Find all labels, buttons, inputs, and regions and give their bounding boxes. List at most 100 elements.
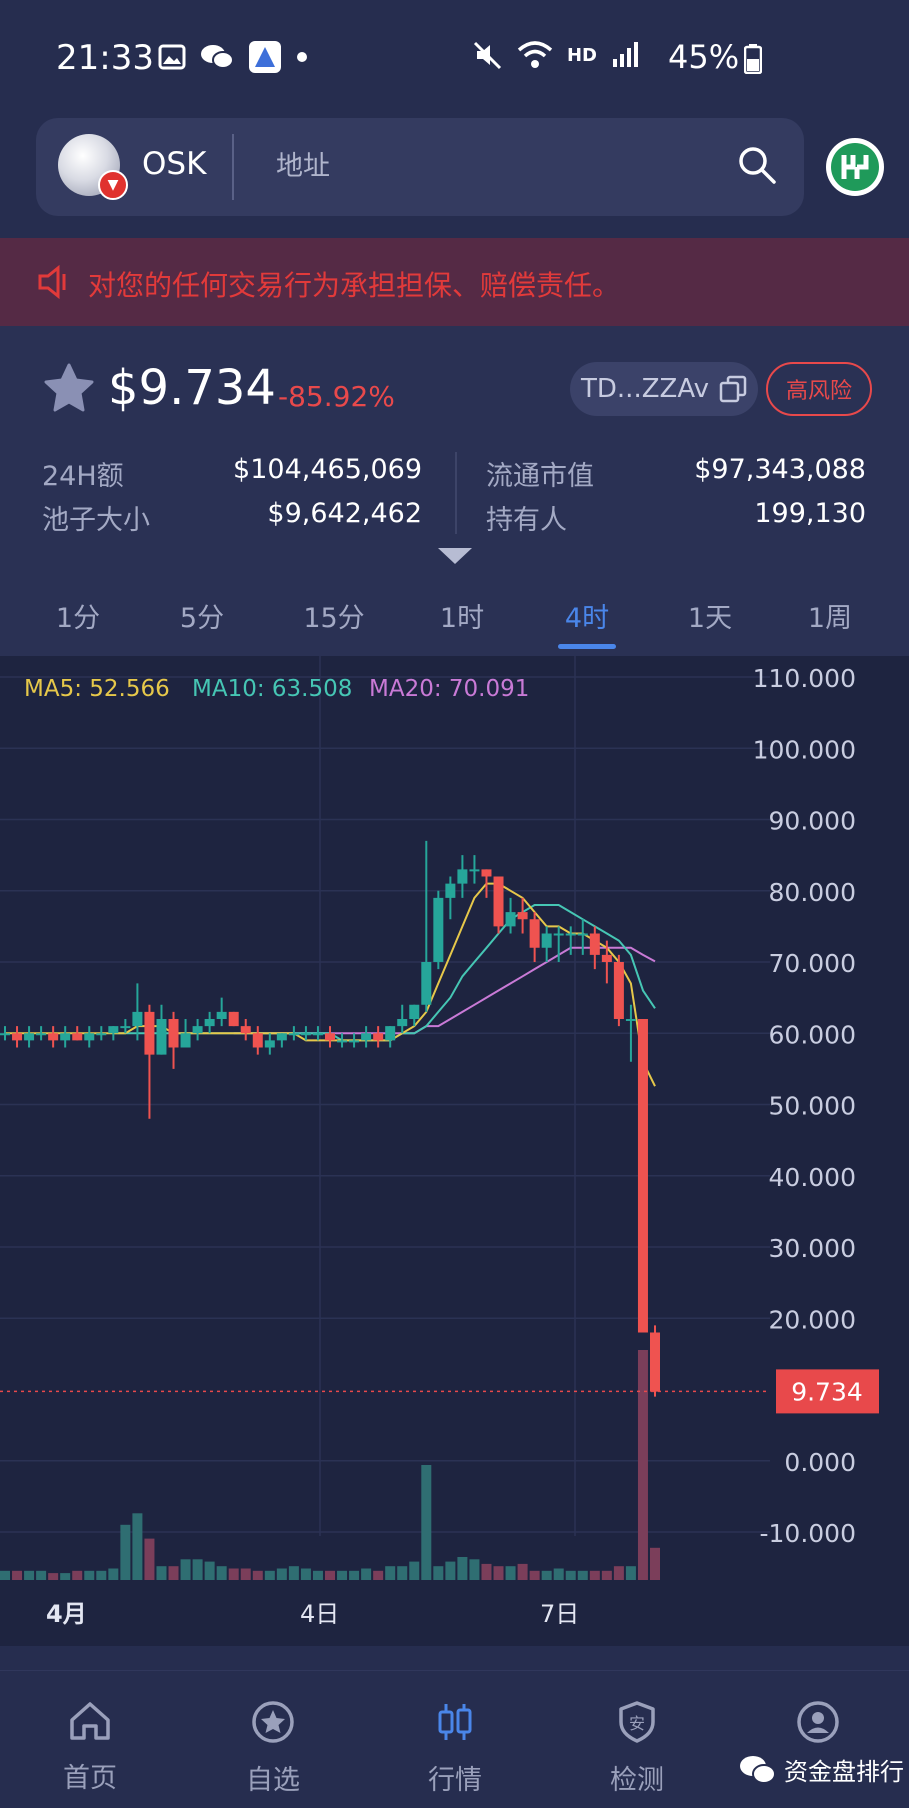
tab-1day[interactable]: 1天 <box>660 596 760 635</box>
candle-body[interactable] <box>12 1033 23 1041</box>
candle-body[interactable] <box>457 869 468 884</box>
address-search-input[interactable] <box>276 140 706 192</box>
volume-bar <box>625 1566 636 1580</box>
candle-body[interactable] <box>288 1033 299 1036</box>
candle-body[interactable] <box>337 1040 348 1043</box>
candlestick-icon <box>438 1704 472 1740</box>
stats-divider <box>455 452 457 534</box>
volume-bar <box>240 1568 251 1580</box>
candle-body[interactable] <box>252 1033 263 1048</box>
candle-body[interactable] <box>192 1026 203 1034</box>
ma5-legend: MA5: 52.566 <box>24 676 170 702</box>
candle-body[interactable] <box>385 1026 396 1041</box>
candle-body[interactable] <box>264 1040 275 1048</box>
chart-svg[interactable]: 110.000 100.000 90.000 80.000 70.000 60.000 50… <box>0 656 909 1646</box>
volume-bar <box>168 1566 179 1580</box>
candle-body[interactable] <box>216 1011 227 1019</box>
nav-watchlist[interactable]: 自选 <box>213 1700 333 1797</box>
candle-body[interactable] <box>132 1011 143 1027</box>
candle-body[interactable] <box>445 883 456 898</box>
volume-bar <box>24 1570 35 1580</box>
candle-body[interactable] <box>108 1026 119 1034</box>
candle-body[interactable] <box>481 869 492 877</box>
candle-body[interactable] <box>505 912 516 927</box>
candle-body[interactable] <box>565 933 576 936</box>
candle-body[interactable] <box>613 962 624 1019</box>
expand-stats-caret[interactable] <box>438 548 472 564</box>
candle-body[interactable] <box>625 1019 636 1021</box>
pool-size-label: 池子大小 <box>42 505 150 536</box>
candle-body[interactable] <box>300 1033 311 1036</box>
candle-body[interactable] <box>96 1033 107 1036</box>
ma20-legend: MA20: 70.091 <box>369 676 529 702</box>
candle-body[interactable] <box>637 1019 648 1333</box>
candle-body[interactable] <box>168 1019 179 1048</box>
candle-body[interactable] <box>409 1004 420 1019</box>
candle-body[interactable] <box>541 933 552 948</box>
candle-body[interactable] <box>553 933 564 936</box>
search-icon[interactable] <box>736 144 778 186</box>
contract-address-copy[interactable]: TD...ZZAv <box>570 362 758 416</box>
candle-body[interactable] <box>529 919 540 948</box>
nav-home[interactable]: 首页 <box>30 1700 150 1795</box>
candle-body[interactable] <box>493 876 504 927</box>
candle-body[interactable] <box>240 1026 251 1034</box>
warning-text: 对您的任何交易行为承担担保、赔偿责任。 <box>88 269 621 302</box>
candle-body[interactable] <box>433 897 444 962</box>
candle-body[interactable] <box>650 1332 660 1392</box>
tab-5min[interactable]: 5分 <box>152 596 252 635</box>
candle-body[interactable] <box>24 1033 35 1041</box>
more-dot-icon <box>297 52 307 62</box>
candle-body[interactable] <box>577 933 588 936</box>
candle-body[interactable] <box>120 1026 131 1029</box>
candle-body[interactable] <box>601 954 612 962</box>
copy-icon <box>719 375 747 403</box>
tab-4hour[interactable]: 4时 <box>537 596 637 635</box>
candle-body[interactable] <box>276 1033 287 1041</box>
nav-home-label: 首页 <box>63 1763 117 1794</box>
app-logo-button[interactable] <box>826 138 884 196</box>
candle-body[interactable] <box>48 1033 59 1041</box>
candle-body[interactable] <box>36 1033 47 1036</box>
candle-body[interactable] <box>228 1011 239 1027</box>
tab-1hour[interactable]: 1时 <box>412 596 512 635</box>
candle-body[interactable] <box>312 1033 323 1036</box>
candle-body[interactable] <box>60 1033 71 1041</box>
volume-bar <box>180 1559 191 1580</box>
nav-market-label: 行情 <box>428 1765 482 1796</box>
profile-icon <box>797 1701 839 1743</box>
candle-body[interactable] <box>469 869 480 872</box>
candle-body[interactable] <box>204 1019 215 1027</box>
candle-body[interactable] <box>325 1033 335 1041</box>
candle-body[interactable] <box>397 1019 408 1027</box>
ma20-line <box>233 946 656 1035</box>
tab-1week[interactable]: 1周 <box>780 596 880 635</box>
volume-bar <box>0 1570 10 1580</box>
y-tick-label: 90.000 <box>769 807 856 836</box>
volume-bar <box>72 1570 83 1580</box>
candle-body[interactable] <box>373 1033 384 1041</box>
candle-body[interactable] <box>421 962 432 1005</box>
tab-1min[interactable]: 1分 <box>28 596 128 635</box>
high-risk-badge[interactable]: 高风险 <box>766 362 872 416</box>
candle-body[interactable] <box>361 1033 372 1041</box>
candle-body[interactable] <box>156 1019 167 1055</box>
nav-market[interactable]: 行情 <box>395 1700 515 1797</box>
ma10-line <box>113 904 656 1042</box>
token-symbol[interactable]: OSK <box>142 146 206 182</box>
candle-body[interactable] <box>84 1033 95 1041</box>
pool-size-value: $9,642,462 <box>267 498 422 529</box>
candle-body[interactable] <box>144 1011 155 1055</box>
volume-bar <box>48 1573 59 1580</box>
candle-body[interactable] <box>589 933 600 955</box>
volume-bar <box>312 1570 323 1580</box>
favorite-star-icon[interactable] <box>42 362 96 414</box>
tab-15min[interactable]: 15分 <box>284 596 384 635</box>
nav-detect[interactable]: 安 检测 <box>577 1700 697 1797</box>
candle-body[interactable] <box>72 1033 83 1041</box>
candlestick-chart[interactable]: 110.000 100.000 90.000 80.000 70.000 60.000 50… <box>0 656 909 1646</box>
candle-body[interactable] <box>349 1040 360 1043</box>
candle-body[interactable] <box>180 1033 191 1048</box>
candle-body[interactable] <box>0 1033 10 1036</box>
candle-body[interactable] <box>517 912 528 920</box>
